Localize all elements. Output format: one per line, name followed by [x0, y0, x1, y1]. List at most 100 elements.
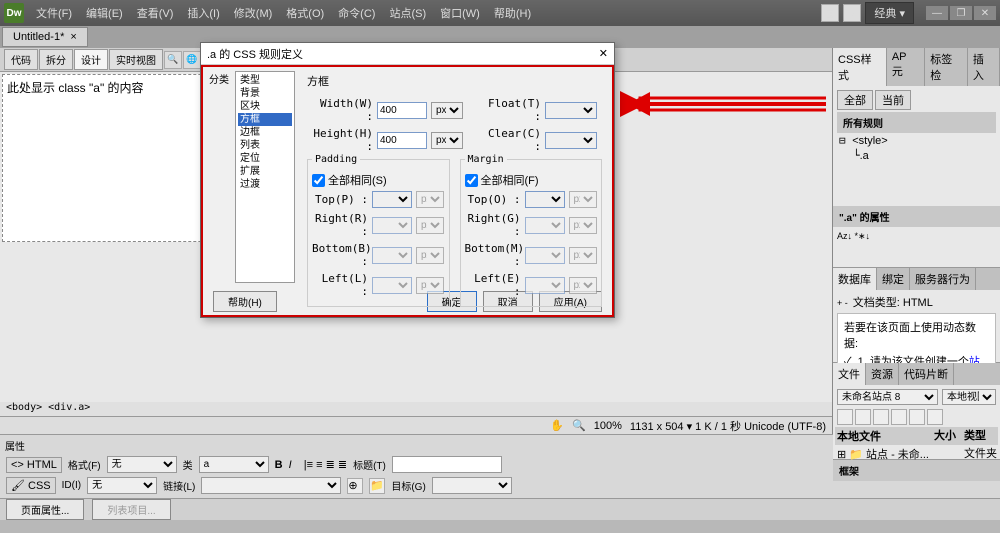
margin-same-checkbox[interactable]: [465, 174, 478, 187]
category-label: 分类: [203, 67, 229, 287]
close-tab-icon[interactable]: ×: [70, 31, 76, 43]
view-live-button[interactable]: 实时视图: [109, 49, 163, 70]
rule-style-tag[interactable]: ⊟ <style>: [837, 133, 996, 148]
put-icon[interactable]: [891, 409, 907, 425]
rule-class-a[interactable]: └.a: [837, 148, 996, 163]
view-design-button[interactable]: 设计: [74, 49, 108, 70]
cat-list[interactable]: 列表: [238, 139, 292, 152]
cat-extensions[interactable]: 扩展: [238, 165, 292, 178]
cat-border[interactable]: 边框: [238, 126, 292, 139]
extend-icon[interactable]: ✦: [843, 4, 861, 22]
id-select[interactable]: 无: [87, 477, 157, 494]
tab-css-styles[interactable]: CSS样式: [833, 48, 887, 86]
help-button[interactable]: 帮助(H): [213, 291, 277, 312]
zoom-value[interactable]: 100%: [594, 420, 622, 432]
margin-bottom: [525, 247, 565, 264]
view-split-button[interactable]: 拆分: [39, 49, 73, 70]
padding-same-checkbox[interactable]: [312, 174, 325, 187]
menu-view[interactable]: 查看(V): [131, 2, 180, 24]
menu-edit[interactable]: 编辑(E): [80, 2, 129, 24]
tab-server-behaviors[interactable]: 服务器行为: [910, 268, 976, 290]
height-input[interactable]: [377, 132, 427, 149]
main-menu: 文件(F) 编辑(E) 查看(V) 插入(I) 修改(M) 格式(O) 命令(C…: [30, 2, 537, 24]
margin-top[interactable]: [525, 191, 565, 208]
get-icon[interactable]: [873, 409, 889, 425]
layout-icon[interactable]: ▦: [821, 4, 839, 22]
dialog-close-icon[interactable]: ✕: [599, 47, 608, 60]
view-select[interactable]: 本地视图: [942, 389, 996, 405]
cat-background[interactable]: 背景: [238, 87, 292, 100]
doc-tab-untitled[interactable]: Untitled-1*×: [2, 27, 88, 47]
tab-assets[interactable]: 资源: [866, 363, 899, 385]
height-unit[interactable]: px: [431, 132, 463, 149]
tab-bindings[interactable]: 绑定: [877, 268, 910, 290]
css-all-button[interactable]: 全部: [837, 90, 873, 110]
css-rule-dialog: .a 的 CSS 规则定义 ✕ 分类 类型 背景 区块 方框 边框 列表 定位 …: [200, 42, 615, 318]
padding-top[interactable]: [372, 191, 412, 208]
target-select[interactable]: [432, 477, 512, 494]
menu-window[interactable]: 窗口(W): [434, 2, 486, 24]
class-select[interactable]: a: [199, 456, 269, 473]
connect-icon[interactable]: [837, 409, 853, 425]
right-panel-group: CSS样式 AP 元 标签检 插入 全部 当前 所有规则 ⊟ <style> └…: [832, 48, 1000, 434]
cat-transition[interactable]: 过渡: [238, 178, 292, 191]
cat-box[interactable]: 方框: [238, 113, 292, 126]
props-html-mode[interactable]: <> HTML: [6, 457, 62, 473]
inspect-icon[interactable]: 🔍: [164, 51, 182, 69]
placeholder-text: 此处显示 class "a" 的内容: [7, 81, 144, 95]
window-maximize[interactable]: ❐: [950, 6, 972, 20]
margin-right: [525, 217, 565, 234]
title-input[interactable]: [392, 456, 502, 473]
format-select[interactable]: 无: [107, 456, 177, 473]
padding-left: [372, 277, 412, 294]
browse-folder-icon[interactable]: 📁: [369, 478, 385, 494]
expand-icon[interactable]: [927, 409, 943, 425]
site-select[interactable]: 未命名站点 8: [837, 389, 938, 405]
menu-format[interactable]: 格式(O): [280, 2, 330, 24]
props-css-mode[interactable]: 🖌 CSS: [6, 477, 56, 494]
window-minimize[interactable]: —: [926, 6, 948, 20]
page-props-button[interactable]: 页面属性...: [6, 499, 84, 520]
width-input[interactable]: [377, 102, 427, 119]
dialog-title: .a 的 CSS 规则定义: [207, 46, 303, 62]
refresh-icon[interactable]: [855, 409, 871, 425]
tab-insert[interactable]: 插入: [968, 48, 1000, 86]
workspace-dropdown[interactable]: 经典 ▾: [865, 2, 914, 24]
menu-modify[interactable]: 修改(M): [228, 2, 279, 24]
sync-icon[interactable]: [909, 409, 925, 425]
cat-positioning[interactable]: 定位: [238, 152, 292, 165]
zoom-tool-icon[interactable]: 🔍: [572, 419, 586, 432]
window-close[interactable]: ✕: [974, 6, 996, 20]
link-select[interactable]: [201, 477, 341, 494]
tab-files[interactable]: 文件: [833, 363, 866, 385]
hand-tool-icon[interactable]: ✋: [550, 419, 564, 432]
annotation-arrow: [620, 88, 830, 128]
menu-file[interactable]: 文件(F): [30, 2, 78, 24]
padding-bottom: [372, 247, 412, 264]
app-logo: Dw: [4, 3, 24, 23]
tab-database[interactable]: 数据库: [833, 268, 877, 290]
globe-icon[interactable]: 🌐: [183, 51, 201, 69]
tab-ap-elements[interactable]: AP 元: [887, 48, 925, 86]
rules-heading: 所有规则: [837, 112, 996, 133]
float-select[interactable]: [545, 102, 597, 119]
cat-type[interactable]: 类型: [238, 74, 292, 87]
menu-site[interactable]: 站点(S): [383, 2, 432, 24]
tab-tag-inspector[interactable]: 标签检: [925, 48, 968, 86]
menu-help[interactable]: 帮助(H): [488, 2, 537, 24]
menu-insert[interactable]: 插入(I): [181, 2, 225, 24]
cat-block[interactable]: 区块: [238, 100, 292, 113]
tag-selector[interactable]: <body> <div.a>: [0, 402, 832, 416]
frames-heading: 框架: [833, 460, 1000, 481]
css-current-button[interactable]: 当前: [875, 90, 911, 110]
clear-select[interactable]: [545, 132, 597, 149]
width-unit[interactable]: px: [431, 102, 463, 119]
point-to-file-icon[interactable]: ⊕: [347, 478, 363, 494]
status-bar: ✋ 🔍 100% 1131 x 504 ▾ 1 K / 1 秒 Unicode …: [0, 416, 832, 434]
category-list[interactable]: 类型 背景 区块 方框 边框 列表 定位 扩展 过渡: [235, 71, 295, 283]
dyn-msg: 若要在该页面上使用动态数据:: [844, 318, 989, 352]
view-code-button[interactable]: 代码: [4, 49, 38, 70]
section-title: 方框: [307, 73, 602, 89]
tab-snippets[interactable]: 代码片断: [899, 363, 954, 385]
menu-commands[interactable]: 命令(C): [332, 2, 381, 24]
